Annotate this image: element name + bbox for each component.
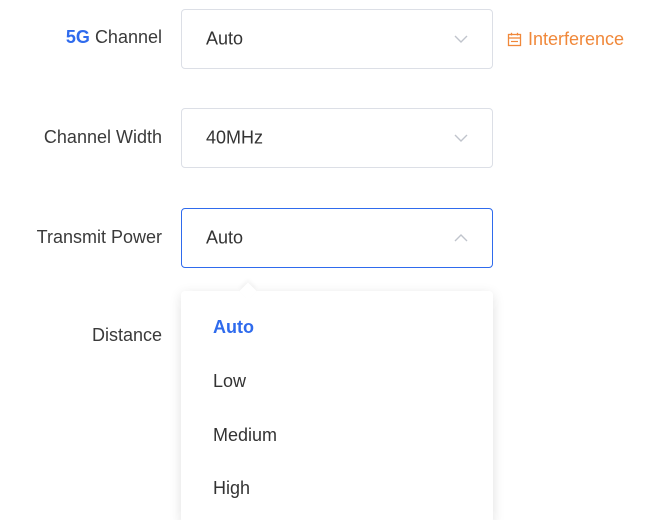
dropdown-option-high[interactable]: High — [213, 478, 250, 499]
dropdown-option-medium[interactable]: Medium — [213, 425, 277, 446]
calendar-icon — [507, 32, 522, 46]
dropdown-option-low[interactable]: Low — [213, 371, 246, 392]
interference-link[interactable]: Interference — [507, 27, 624, 51]
wireless-settings-form: 5G Channel Auto Interference Channel Widt… — [0, 0, 649, 520]
channel-select-value: Auto — [206, 28, 244, 49]
transmit-power-label: Transmit Power — [36, 227, 162, 247]
channel-width-select-value: 40MHz — [206, 127, 264, 148]
transmit-power-dropdown: Auto Low Medium High — [181, 282, 493, 520]
channel-width-select[interactable]: 40MHz — [181, 108, 493, 168]
channel-label-text: Channel — [94, 27, 162, 47]
distance-label: Distance — [91, 325, 162, 345]
chevron-down-icon — [454, 134, 468, 142]
chevron-up-icon — [454, 234, 468, 242]
channel-width-label: Channel Width — [43, 127, 162, 147]
channel-select[interactable]: Auto — [181, 9, 493, 69]
dropdown-arrow — [239, 282, 257, 300]
transmit-power-select-value: Auto — [206, 227, 244, 248]
chevron-down-icon — [454, 35, 468, 43]
transmit-power-select[interactable]: Auto — [181, 208, 493, 268]
dropdown-option-auto[interactable]: Auto — [213, 317, 254, 338]
band-prefix: 5G — [65, 27, 90, 47]
channel-label: 5G Channel — [66, 27, 162, 48]
interference-link-label: Interference — [528, 28, 625, 49]
